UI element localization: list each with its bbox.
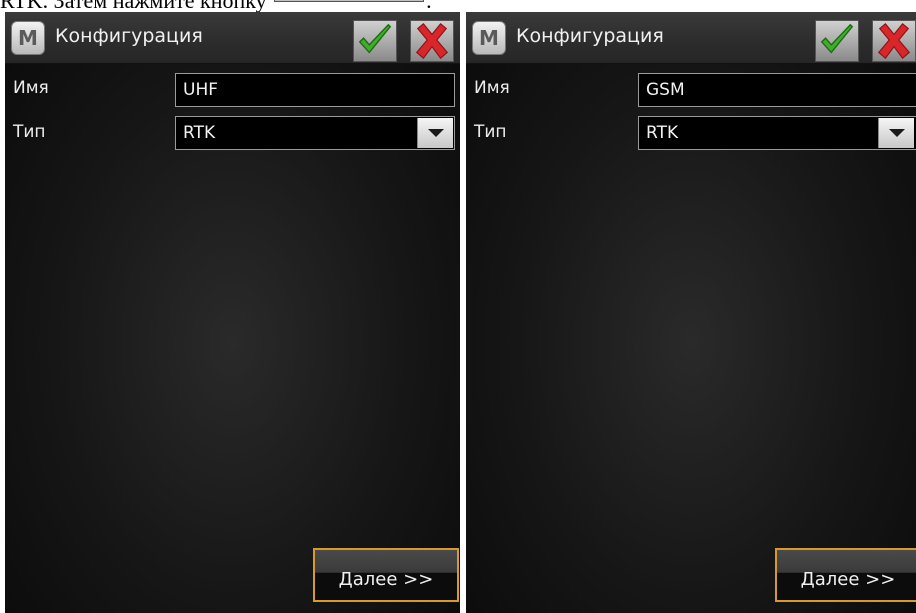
cancel-button[interactable] — [872, 20, 916, 62]
next-button[interactable]: Далее >> — [775, 548, 916, 602]
app-icon-letter: M — [479, 26, 499, 50]
type-value: RTK — [646, 123, 679, 143]
name-label: Имя — [13, 78, 49, 98]
name-input[interactable]: UHF — [175, 73, 455, 107]
name-value: UHF — [183, 80, 219, 100]
app-menu-icon[interactable]: M — [472, 21, 506, 55]
type-select[interactable]: RTK — [175, 116, 455, 150]
next-label: Далее >> — [800, 569, 896, 590]
inline-button-image — [274, 0, 425, 2]
checkmark-icon — [358, 23, 392, 54]
config-screen-uhf: M Конфигурация Имя UHF Тип RTK Далее >> — [5, 12, 460, 613]
config-screen-gsm: M Конфигурация Имя GSM Тип RTK Далее >> — [466, 12, 916, 613]
close-icon — [877, 23, 911, 59]
ok-button[interactable] — [353, 20, 397, 62]
next-label: Далее >> — [338, 569, 434, 590]
window-title: Конфигурация — [55, 25, 203, 47]
app-icon-letter: M — [18, 26, 38, 50]
next-button[interactable]: Далее >> — [313, 548, 459, 602]
title-bar: M Конфигурация — [5, 12, 460, 64]
checkmark-icon — [820, 23, 854, 54]
window-title: Конфигурация — [516, 25, 664, 47]
chevron-down-icon[interactable] — [417, 118, 453, 148]
close-icon — [415, 23, 449, 59]
title-bar: M Конфигурация — [466, 12, 916, 64]
app-menu-icon[interactable]: M — [11, 21, 45, 55]
ok-button[interactable] — [815, 20, 859, 62]
name-label: Имя — [474, 78, 510, 98]
type-value: RTK — [183, 123, 216, 143]
chevron-down-icon[interactable] — [878, 118, 914, 148]
cancel-button[interactable] — [410, 20, 454, 62]
type-label: Тип — [474, 122, 507, 142]
name-input[interactable]: GSM — [638, 73, 916, 107]
name-value: GSM — [646, 80, 685, 100]
type-label: Тип — [13, 122, 46, 142]
type-select[interactable]: RTK — [638, 116, 916, 150]
